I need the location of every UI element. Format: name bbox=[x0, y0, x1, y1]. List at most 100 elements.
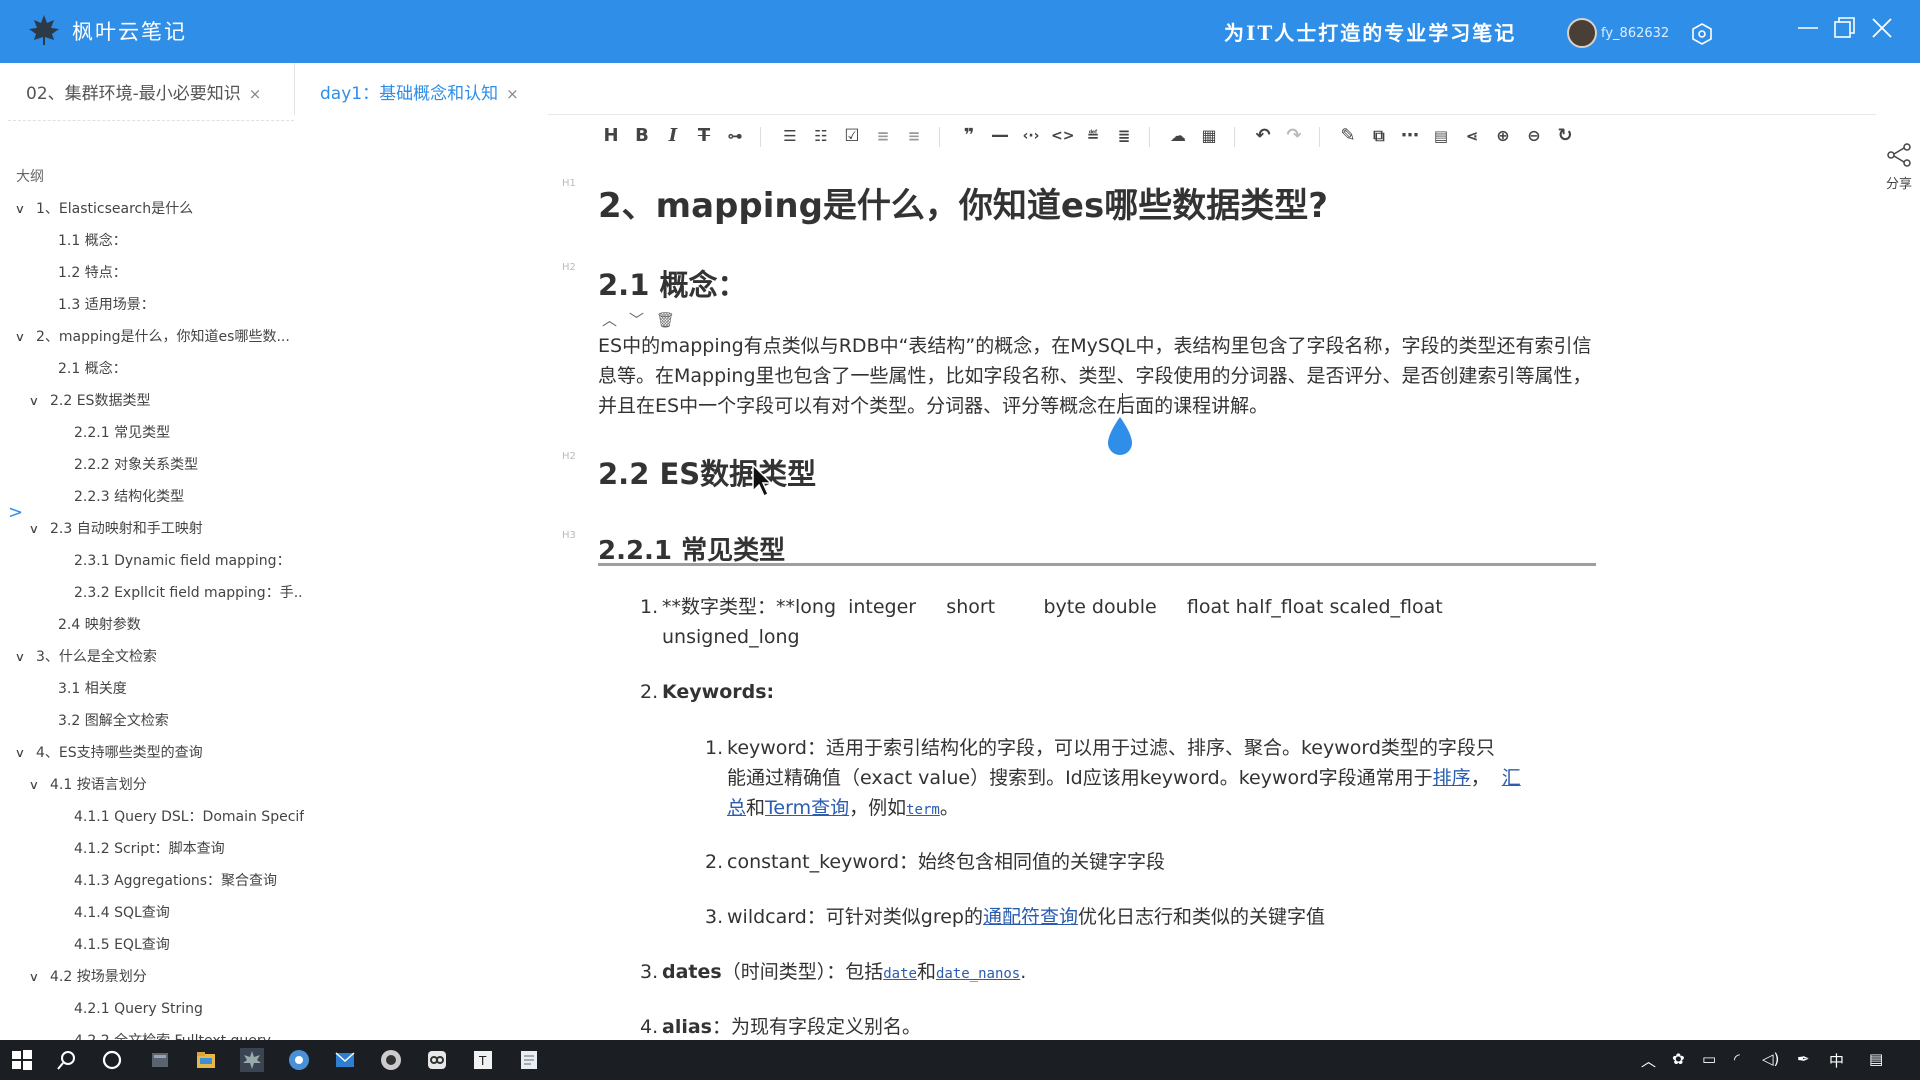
outline-item[interactable]: 2.3.1 Dynamic field mapping： bbox=[0, 545, 304, 577]
outline-item[interactable]: ∨ 2.3 自动映射和手工映射 bbox=[0, 513, 304, 545]
tab-close-icon[interactable]: × bbox=[249, 85, 262, 103]
file-explorer-icon[interactable] bbox=[194, 1048, 218, 1072]
collapse-sidebar-icon[interactable]: > bbox=[8, 502, 23, 523]
outline-item[interactable]: 2.3.2 Expllcit field mapping：手... bbox=[0, 577, 304, 609]
app-icon-typora[interactable]: T bbox=[471, 1048, 495, 1072]
outline-item[interactable]: ∨ 4、ES支持哪些类型的查询 bbox=[0, 737, 304, 769]
task-view-icon[interactable] bbox=[148, 1048, 172, 1072]
outline-item[interactable]: ∨ 1、Elasticsearch是什么 bbox=[0, 193, 304, 225]
strikethrough-icon[interactable]: T bbox=[693, 125, 715, 147]
upload-icon[interactable]: ☁ bbox=[1167, 125, 1189, 147]
volume-icon[interactable]: ◁) bbox=[1762, 1050, 1779, 1068]
refresh-icon[interactable]: ↻ bbox=[1554, 125, 1576, 147]
tab-day1[interactable]: day1：基础概念和认知 × bbox=[320, 79, 519, 104]
wifi-icon[interactable]: ◜ bbox=[1734, 1050, 1740, 1068]
zoom-in-icon[interactable]: ⊕ bbox=[1492, 125, 1514, 147]
maximize-icon[interactable] bbox=[1830, 14, 1858, 42]
user-avatar[interactable] bbox=[1567, 18, 1597, 48]
insert-before-icon[interactable]: ≝ bbox=[1082, 125, 1104, 147]
outline-item[interactable]: 1.1 概念： bbox=[0, 225, 304, 257]
heading-icon[interactable]: H bbox=[600, 125, 622, 147]
outline-item[interactable]: 3.2 图解全文检索 bbox=[0, 705, 304, 737]
chevron-down-icon[interactable]: ∨ bbox=[15, 641, 32, 673]
date-code-link[interactable]: date bbox=[883, 966, 917, 982]
minimize-icon[interactable] bbox=[1794, 14, 1822, 42]
app-icon-link[interactable] bbox=[425, 1048, 449, 1072]
bullet-list-icon[interactable]: ☰ bbox=[779, 125, 801, 147]
pen-icon[interactable]: ✒ bbox=[1797, 1050, 1810, 1068]
tray-expand-icon[interactable]: ︿ bbox=[1641, 1050, 1656, 1071]
outline-item[interactable]: 2.2.2 对象关系类型 bbox=[0, 449, 304, 481]
outline-item[interactable]: ∨ 4.2 按场景划分 bbox=[0, 961, 304, 993]
chevron-down-icon[interactable]: ∨ bbox=[29, 385, 46, 417]
term-query-link[interactable]: Term查询 bbox=[765, 797, 849, 819]
battery-icon[interactable]: ▭ bbox=[1702, 1050, 1716, 1068]
code-block-icon[interactable]: <> bbox=[1051, 125, 1074, 147]
outline-item[interactable]: 4.1.4 SQL查询 bbox=[0, 897, 304, 929]
ime-indicator[interactable]: 中 bbox=[1829, 1050, 1844, 1071]
date-nanos-code-link[interactable]: date_nanos bbox=[936, 966, 1020, 982]
ordered-list-icon[interactable]: ☷ bbox=[810, 125, 832, 147]
bold-icon[interactable]: B bbox=[631, 125, 653, 147]
chevron-down-icon[interactable]: ∨ bbox=[29, 769, 46, 801]
wildcard-query-link[interactable]: 通配符查询 bbox=[983, 906, 1078, 928]
more-icon[interactable]: ⋯ bbox=[1399, 125, 1421, 147]
sort-link[interactable]: 排序 bbox=[1433, 767, 1471, 789]
chevron-down-icon[interactable]: ∨ bbox=[29, 961, 46, 993]
outline-item[interactable]: 1.2 特点： bbox=[0, 257, 304, 289]
outline-item[interactable]: 3.1 相关度 bbox=[0, 673, 304, 705]
chevron-down-icon[interactable]: ∨ bbox=[15, 737, 32, 769]
outline-item[interactable]: 4.2.1 Query String bbox=[0, 993, 304, 1025]
indent-icon[interactable]: ≡ bbox=[872, 125, 894, 147]
windows-start-icon[interactable] bbox=[10, 1048, 34, 1072]
outline-item[interactable]: 4.1.3 Aggregations：聚合查询 bbox=[0, 865, 304, 897]
chevron-down-icon[interactable]: ∨ bbox=[15, 193, 32, 225]
move-down-icon[interactable]: ﹀ bbox=[629, 311, 644, 329]
chevron-down-icon[interactable]: ∨ bbox=[15, 321, 32, 353]
table-icon[interactable]: ▦ bbox=[1198, 125, 1220, 147]
mail-icon[interactable] bbox=[333, 1048, 357, 1072]
tab-cluster-env[interactable]: 02、集群环境-最小必要知识 × bbox=[26, 79, 261, 104]
aggregation-link[interactable]: 汇 bbox=[1502, 767, 1521, 789]
outline-item[interactable]: 2.1 概念： bbox=[0, 353, 304, 385]
share-button[interactable]: 分享 bbox=[1882, 141, 1916, 192]
chrome-icon[interactable] bbox=[287, 1048, 311, 1072]
outline-item[interactable]: ∨ 2.2 ES数据类型 bbox=[0, 385, 304, 417]
outline-item[interactable]: 4.1.5 EQL查询 bbox=[0, 929, 304, 961]
move-up-icon[interactable]: ︿ bbox=[602, 311, 617, 329]
aggregation-link-cont[interactable]: 总 bbox=[727, 797, 746, 819]
app-icon-hub[interactable] bbox=[379, 1048, 403, 1072]
outline-item[interactable]: ∨ 4.1 按语言划分 bbox=[0, 769, 304, 801]
delete-icon[interactable]: 🗑 bbox=[656, 311, 675, 329]
settings-hexagon-icon[interactable] bbox=[1690, 22, 1714, 46]
link-icon[interactable]: ⊶ bbox=[724, 125, 746, 147]
cortana-icon[interactable] bbox=[100, 1048, 124, 1072]
task-list-icon[interactable]: ☑ bbox=[841, 125, 863, 147]
outline-item[interactable]: 4.2.2 全文检索 Fulltext query bbox=[0, 1025, 304, 1040]
edit-pencil-icon[interactable]: ✎ bbox=[1337, 125, 1359, 147]
tab-close-icon[interactable]: × bbox=[506, 85, 519, 103]
document-icon[interactable]: ▤ bbox=[1430, 125, 1452, 147]
share-nodes-icon[interactable]: ⋖ bbox=[1461, 125, 1483, 147]
open-external-icon[interactable]: ⧉ bbox=[1368, 125, 1390, 147]
outline-item[interactable]: 2.2.1 常见类型 bbox=[0, 417, 304, 449]
username[interactable]: fy_862632 bbox=[1601, 26, 1669, 41]
insert-after-icon[interactable]: ≣ bbox=[1113, 125, 1135, 147]
redo-icon[interactable]: ↷ bbox=[1283, 125, 1305, 147]
outline-item[interactable]: 4.1.2 Script：脚本查询 bbox=[0, 833, 304, 865]
italic-icon[interactable]: I bbox=[662, 125, 684, 147]
tray-app-icon[interactable]: ✿ bbox=[1672, 1050, 1685, 1068]
inline-code-icon[interactable]: ‹·› bbox=[1020, 125, 1042, 147]
outline-item[interactable]: 2.4 映射参数 bbox=[0, 609, 304, 641]
undo-icon[interactable]: ↶ bbox=[1252, 125, 1274, 147]
term-code-link[interactable]: term bbox=[906, 802, 940, 818]
outline-item[interactable]: 4.1.1 Query DSL：Domain Specif... bbox=[0, 801, 304, 833]
outline-item[interactable]: 1.3 适用场景： bbox=[0, 289, 304, 321]
app-icon-notepad[interactable] bbox=[517, 1048, 541, 1072]
search-icon[interactable] bbox=[55, 1048, 79, 1072]
concept-paragraph[interactable]: ES中的mapping有点类似与RDB中“表结构”的概念，在MySQL中，表结构… bbox=[598, 331, 1598, 421]
quote-icon[interactable]: ❞ bbox=[958, 125, 980, 147]
outline-item[interactable]: ∨ 2、mapping是什么，你知道es哪些数... bbox=[0, 321, 304, 353]
text-selection-handle-icon[interactable] bbox=[1104, 415, 1136, 457]
maple-notes-taskbar-icon[interactable] bbox=[240, 1048, 264, 1072]
